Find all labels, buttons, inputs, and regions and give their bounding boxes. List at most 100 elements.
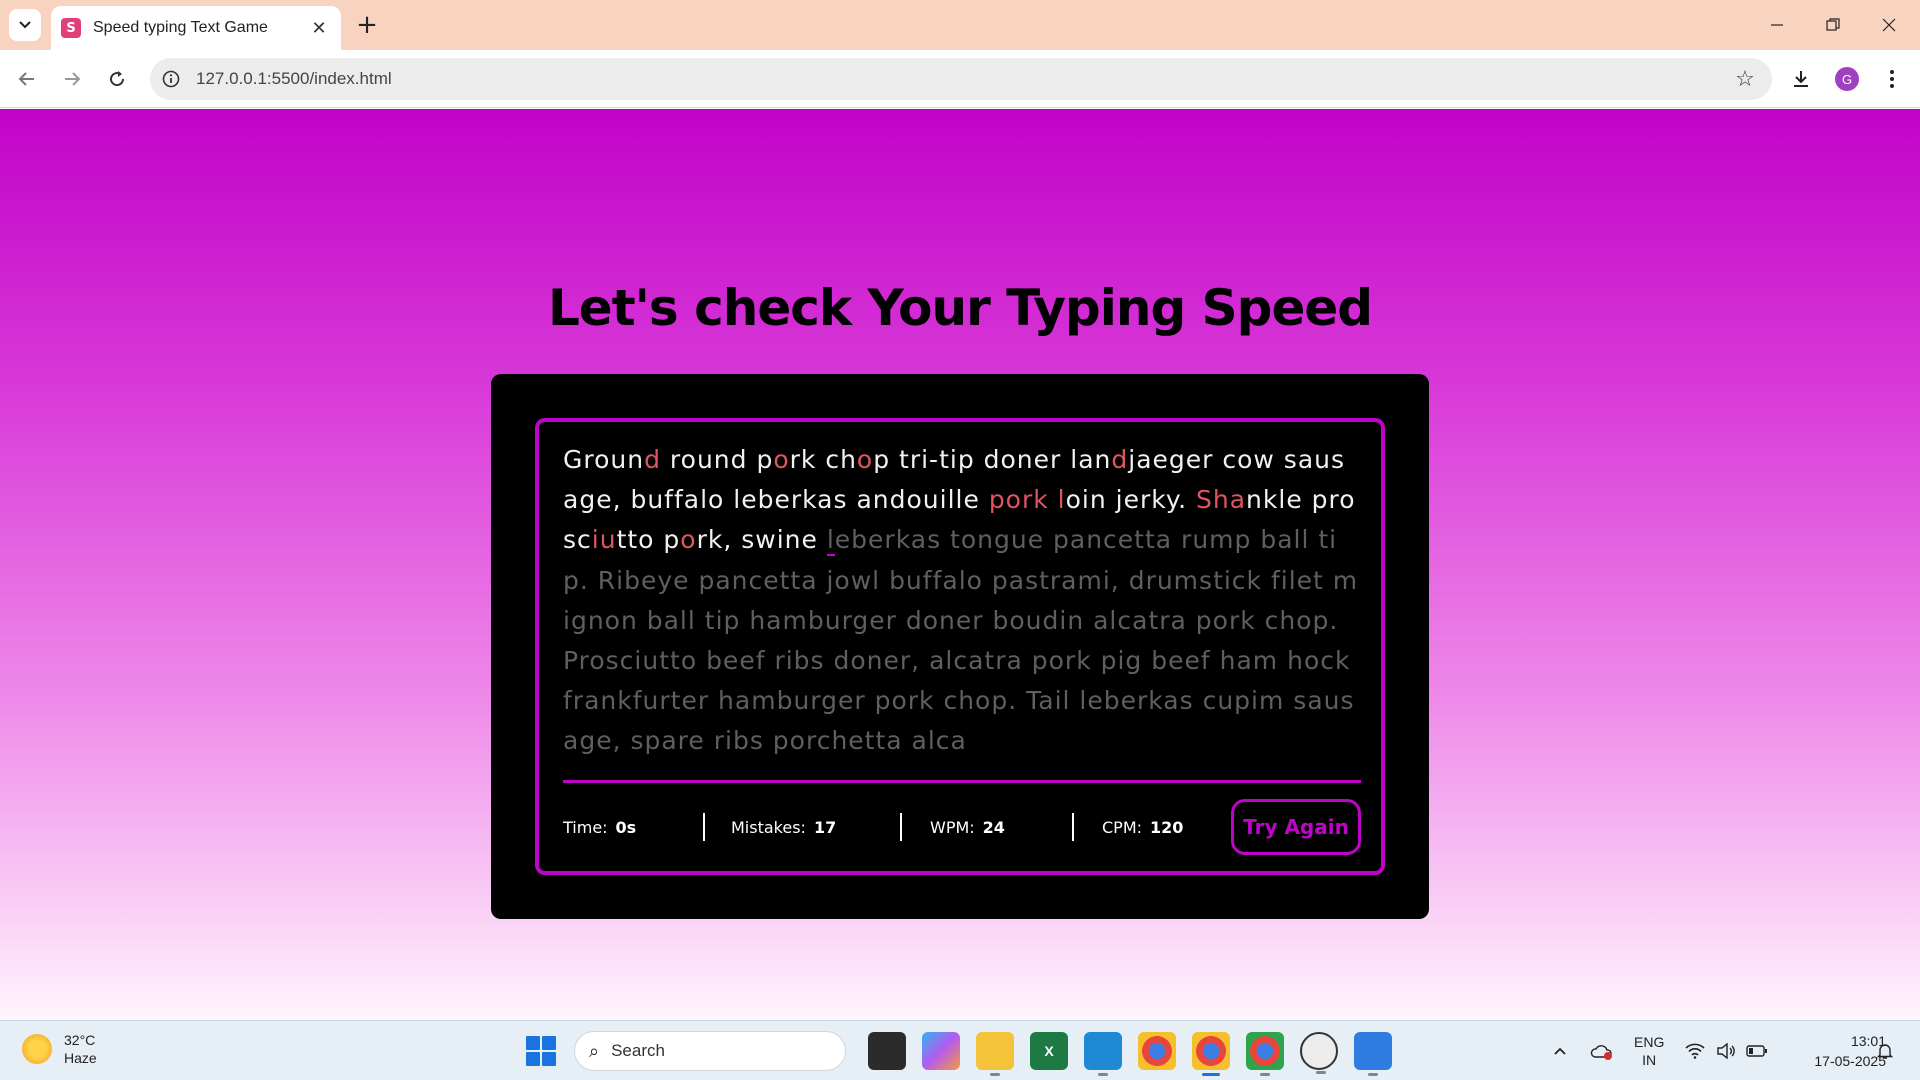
clock-app-icon[interactable] xyxy=(1300,1032,1338,1074)
tab-title: Speed typing Text Game xyxy=(93,19,268,36)
typing-segment-err: o xyxy=(680,525,697,555)
page-body: Let's check Your Typing Speed Ground rou… xyxy=(0,109,1920,1020)
wpm-label: WPM: xyxy=(930,817,975,837)
typing-segment-ok: rk, swine xyxy=(696,525,827,555)
task-view-icon[interactable] xyxy=(868,1032,906,1070)
menu-button[interactable] xyxy=(1875,62,1909,96)
typing-segment-err: iu xyxy=(591,525,617,555)
downloads-button[interactable] xyxy=(1784,62,1818,96)
battery-icon[interactable] xyxy=(1746,1029,1768,1073)
typing-segment-err: pork l xyxy=(988,485,1066,515)
typing-segment-cur: l xyxy=(826,525,835,557)
clock-date: 17-05-2025 xyxy=(1814,1053,1886,1069)
reload-icon xyxy=(110,71,125,87)
file-explorer-icon[interactable] xyxy=(976,1032,1014,1076)
taskbar-apps: ⌕ Search X xyxy=(526,1029,1400,1076)
try-again-button[interactable]: Try Again xyxy=(1231,799,1361,855)
mistakes-value: 17 xyxy=(813,817,837,837)
cpm-label: CPM: xyxy=(1102,817,1143,837)
wifi-icon[interactable] xyxy=(1685,1029,1705,1073)
chevron-down-icon xyxy=(19,21,31,29)
clock-time: 13:01 xyxy=(1850,1033,1886,1049)
notification-bell-icon[interactable] xyxy=(1876,1029,1894,1073)
typing-segment-err: d xyxy=(1111,445,1129,474)
stat-time: Time: 0s xyxy=(563,818,703,837)
stat-wpm: WPM: 24 xyxy=(902,818,1072,837)
chrome-icon[interactable] xyxy=(1138,1032,1176,1070)
weather-desc: Haze xyxy=(64,1050,97,1066)
language-indicator[interactable]: ENG IN xyxy=(1634,1029,1664,1073)
kebab-menu-icon xyxy=(1890,70,1894,88)
restore-button[interactable] xyxy=(1805,0,1861,50)
browser-tab[interactable]: S Speed typing Text Game ✕ xyxy=(51,6,341,50)
minimize-button[interactable] xyxy=(1749,0,1805,50)
typing-segment-ok: p tri-tip doner lan xyxy=(873,445,1112,474)
chrome-profile-icon[interactable] xyxy=(1192,1032,1230,1076)
back-button[interactable] xyxy=(10,62,44,96)
time-value: 0s xyxy=(615,817,637,837)
start-button-icon[interactable] xyxy=(526,1036,556,1066)
typing-card: Ground round pork chop tri-tip doner lan… xyxy=(491,374,1429,919)
arrow-left-icon xyxy=(18,72,34,86)
lang-primary: ENG xyxy=(1634,1034,1665,1050)
close-icon xyxy=(1882,18,1896,32)
typing-segment-err: o xyxy=(773,445,790,474)
taskbar-search[interactable]: ⌕ Search xyxy=(574,1031,846,1071)
browser-toolbar: 127.0.0.1:5500/index.html ☆ G xyxy=(0,50,1920,108)
system-clock[interactable]: 13:01 17-05-2025 xyxy=(1784,1031,1886,1071)
page-title: Let's check Your Typing Speed xyxy=(547,279,1373,337)
stat-cpm: CPM: 120 xyxy=(1074,818,1183,837)
download-icon xyxy=(1794,71,1808,87)
vscode-icon[interactable] xyxy=(1084,1032,1122,1076)
haze-sun-icon xyxy=(22,1034,52,1064)
profile-button[interactable]: G xyxy=(1830,62,1864,96)
show-hidden-icons[interactable] xyxy=(1552,1029,1568,1073)
divider xyxy=(563,780,1361,783)
cpm-value: 120 xyxy=(1150,817,1184,837)
tab-search-button[interactable] xyxy=(9,9,41,41)
reload-button[interactable] xyxy=(100,62,134,96)
typing-segment-ok: round p xyxy=(660,445,774,474)
weather-widget[interactable]: 32°C Haze xyxy=(22,1031,97,1067)
stats-bar: Time: 0s Mistakes: 17 WPM: 24 CPM: 120 T… xyxy=(563,792,1361,862)
wpm-value: 24 xyxy=(982,817,1005,837)
typing-segment-ok: rk ch xyxy=(789,445,857,474)
onedrive-error-icon[interactable] xyxy=(1590,1029,1614,1073)
typing-segment-ok: tto p xyxy=(616,525,681,555)
volume-icon[interactable] xyxy=(1716,1029,1736,1073)
excel-icon[interactable]: X xyxy=(1030,1032,1068,1070)
typing-segment-pending: eberkas tongue pancetta rump ball tip. R… xyxy=(563,525,1359,756)
typing-segment-ok: oin jerky. xyxy=(1065,485,1196,515)
favicon: S xyxy=(61,18,81,38)
time-label: Time: xyxy=(563,817,608,837)
new-tab-button[interactable]: + xyxy=(352,10,382,40)
typing-area[interactable]: Ground round pork chop tri-tip doner lan… xyxy=(535,418,1385,875)
chevron-up-icon xyxy=(1554,1047,1566,1055)
search-label: Search xyxy=(611,1041,665,1060)
url-text[interactable]: 127.0.0.1:5500/index.html xyxy=(196,69,1724,89)
mistakes-label: Mistakes: xyxy=(731,817,806,837)
restore-icon xyxy=(1826,18,1840,31)
photos-icon[interactable] xyxy=(1354,1032,1392,1076)
typing-segment-err: o xyxy=(856,445,874,474)
close-tab-icon[interactable]: ✕ xyxy=(307,16,331,40)
chrome-profile-2-icon[interactable] xyxy=(1246,1032,1284,1076)
forward-button[interactable] xyxy=(55,62,89,96)
browser-tab-strip: S Speed typing Text Game ✕ + xyxy=(0,0,1920,50)
site-info-icon[interactable] xyxy=(150,58,192,100)
stat-mistakes: Mistakes: 17 xyxy=(705,818,900,837)
avatar: G xyxy=(1835,67,1859,91)
address-bar[interactable]: 127.0.0.1:5500/index.html ☆ xyxy=(150,58,1772,100)
lang-region: IN xyxy=(1642,1052,1657,1068)
arrow-right-icon xyxy=(65,72,81,86)
weather-temp: 32°C xyxy=(64,1032,96,1048)
close-window-button[interactable] xyxy=(1861,0,1917,50)
typing-text[interactable]: Ground round pork chop tri-tip doner lan… xyxy=(563,440,1361,770)
copilot-icon[interactable] xyxy=(922,1032,960,1070)
search-icon: ⌕ xyxy=(589,1040,600,1062)
minimize-icon xyxy=(1771,24,1783,26)
bookmark-star-icon[interactable]: ☆ xyxy=(1724,58,1766,100)
typing-segment-ok: Groun xyxy=(563,445,645,474)
typing-segment-err: d xyxy=(644,445,661,474)
typing-segment-err: Sha xyxy=(1196,485,1247,515)
